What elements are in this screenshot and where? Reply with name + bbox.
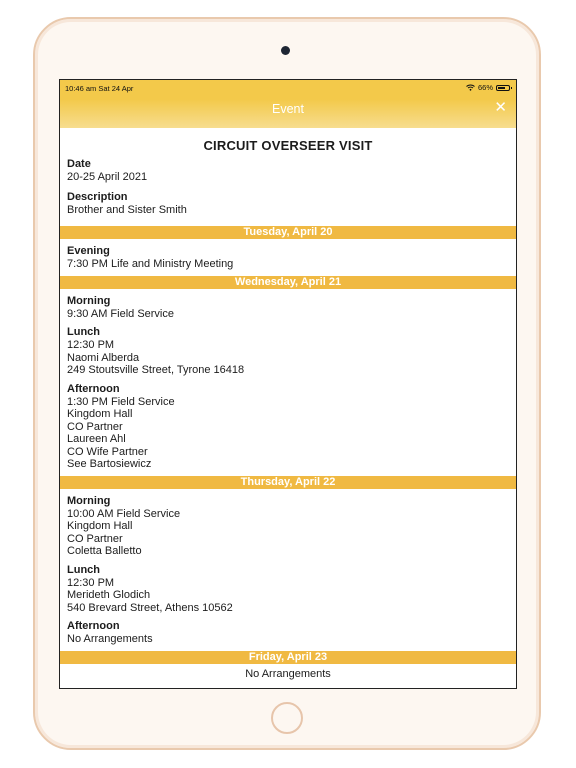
- day-note: No Arrangements: [245, 667, 331, 680]
- schedule-section: Lunch 12:30 PM Merideth Glodich 540 Brevard…: [60, 564, 516, 615]
- section-line: 1:30 PM Field Service: [67, 395, 175, 408]
- date-value: 20-25 April 2021: [67, 171, 148, 183]
- section-line: See Bartosiewicz: [67, 458, 152, 470]
- nav-header: 10:46 am Sat 24 Apr 66% Event ✕: [60, 80, 516, 128]
- description-value: Brother and Sister Smith: [67, 203, 187, 216]
- section-label: Lunch: [67, 326, 100, 338]
- schedule-section: Evening 7:30 PM Life and Ministry Meeting: [60, 245, 516, 271]
- section-line: 249 Stoutsville Street, Tyrone 16418: [67, 364, 245, 376]
- schedule-section: Morning 10:00 AM Field Service Kingdom Hal…: [60, 495, 516, 558]
- schedule-section: Afternoon 1:30 PM Field Service Kingdom Ha…: [60, 383, 516, 471]
- wifi-icon: [466, 84, 475, 91]
- front-camera: [281, 46, 290, 55]
- date-block: Date 20-25 April 2021: [60, 158, 516, 184]
- day-header: Thursday, April 22: [60, 475, 516, 489]
- date-label: Date: [67, 158, 91, 170]
- section-line: CO Wife Partner: [67, 445, 148, 458]
- section-label: Afternoon: [67, 620, 120, 632]
- section-line: Naomi Alberda: [67, 351, 140, 364]
- section-label: Lunch: [67, 563, 100, 576]
- schedule-section: Lunch 12:30 PM Naomi Alberda 249 Stoutsvill…: [60, 326, 516, 377]
- status-time: 10:46 am Sat 24 Apr: [65, 84, 134, 93]
- section-line: 10:00 AM Field Service: [67, 507, 181, 520]
- battery-percent: 66%: [477, 83, 493, 92]
- section-line: Kingdom Hall: [67, 408, 133, 420]
- day-header: Friday, April 23: [60, 650, 516, 664]
- section-line: 12:30 PM: [67, 576, 115, 589]
- description-label: Description: [67, 190, 128, 203]
- status-indicators: 66%: [466, 83, 512, 92]
- section-label: Evening: [67, 245, 110, 257]
- section-line: Laureen Ahl: [67, 433, 126, 445]
- schedule-section: Morning 9:30 AM Field Service: [60, 295, 516, 321]
- battery-fill: [498, 86, 505, 89]
- nav-title: Event: [272, 102, 304, 116]
- event-content: CIRCUIT OVERSEER VISIT Date 20-25 April …: [60, 128, 516, 680]
- section-line: 12:30 PM: [67, 339, 115, 351]
- section-line: CO Partner: [67, 532, 123, 545]
- section-line: CO Partner: [67, 420, 123, 433]
- event-title: CIRCUIT OVERSEER VISIT: [203, 138, 373, 153]
- section-line: No Arrangements: [67, 633, 153, 645]
- section-line: Coletta Balletto: [67, 545, 142, 557]
- app-screen: 10:46 am Sat 24 Apr 66% Event ✕ CIRCUIT …: [59, 79, 517, 689]
- section-label: Afternoon: [67, 382, 120, 395]
- section-label: Morning: [67, 294, 111, 307]
- section-line: 7:30 PM Life and Ministry Meeting: [67, 258, 234, 270]
- description-block: Description Brother and Sister Smith: [60, 191, 516, 217]
- close-icon[interactable]: ✕: [494, 100, 507, 116]
- section-line: Kingdom Hall: [67, 520, 133, 532]
- schedule-section: Afternoon No Arrangements: [60, 620, 516, 646]
- section-line: 9:30 AM Field Service: [67, 307, 174, 320]
- home-button[interactable]: [271, 702, 303, 734]
- day-list: Tuesday, April 20 Evening 7:30 PM Life and…: [60, 226, 516, 680]
- battery-cap: [511, 86, 512, 89]
- section-label: Morning: [67, 494, 111, 507]
- status-bar: 10:46 am Sat 24 Apr 66%: [60, 80, 516, 96]
- day-header: Tuesday, April 20: [60, 226, 516, 239]
- section-line: 540 Brevard Street, Athens 10562: [67, 601, 233, 614]
- day-header: Wednesday, April 21: [60, 275, 516, 289]
- battery-icon: [496, 84, 512, 91]
- section-line: Merideth Glodich: [67, 589, 151, 601]
